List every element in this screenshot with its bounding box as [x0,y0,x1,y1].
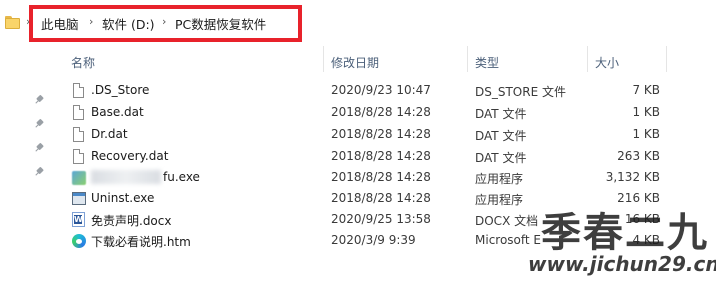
watermark-url: www.jichun29.cn [528,252,716,276]
file-type: DAT 文件 [475,151,527,165]
column-divider[interactable] [666,46,667,72]
file-size: 7 KB [632,83,660,97]
file-modified: 2018/8/28 14:28 [331,191,431,205]
column-divider[interactable] [587,46,588,72]
file-modified: 2018/8/28 14:28 [331,105,431,119]
file-modified: 2018/8/28 14:28 [331,149,431,163]
watermark: 季春二九 www.jichun29.cn [515,200,716,280]
column-divider[interactable] [467,46,468,72]
file-row[interactable]: Base.dat 2018/8/28 14:28 DAT 文件 1 KB [0,102,716,123]
word-icon [72,212,86,228]
file-name: Uninst.exe [91,191,155,205]
file-row[interactable]: Recovery.dat 2018/8/28 14:28 DAT 文件 263 … [0,146,716,167]
column-divider[interactable] [323,46,324,72]
file-type: 应用程序 [475,172,524,186]
document-icon [72,105,86,121]
file-name: 免责声明.docx [91,214,172,228]
column-header-name[interactable]: 名称 [71,54,95,71]
file-modified: 2020/3/9 9:39 [331,233,416,247]
column-header-modified[interactable]: 修改日期 [331,54,379,71]
document-icon [72,83,86,99]
highlight-annotation-box [29,5,302,42]
column-header-type[interactable]: 类型 [475,54,499,71]
document-icon [72,149,86,165]
app-icon [72,191,86,207]
edge-icon [72,233,86,249]
file-modified: 2018/8/28 14:28 [331,127,431,141]
file-size: 1 KB [632,127,660,141]
file-row[interactable]: .DS_Store 2020/9/23 10:47 DS_STORE 文件 7 … [0,80,716,101]
file-type: DS_STORE 文件 [475,85,566,99]
column-header-row: 名称 修改日期 类型 大小 [0,52,716,72]
watermark-title: 季春二九 [541,209,709,256]
file-size: 3,132 KB [605,170,660,184]
file-size: 1 KB [632,105,660,119]
folder-icon [5,16,20,29]
file-name: Recovery.dat [91,149,169,163]
file-size: 263 KB [617,149,660,163]
file-type: DAT 文件 [475,129,527,143]
file-modified: 2020/9/25 13:58 [331,212,431,226]
file-name: .DS_Store [91,83,150,97]
address-bar[interactable]: › 此电脑 › 软件 (D:) › PC数据恢复软件 [0,0,716,46]
file-row[interactable]: Dr.dat 2018/8/28 14:28 DAT 文件 1 KB [0,124,716,145]
column-header-size[interactable]: 大小 [595,54,619,71]
file-type: DAT 文件 [475,107,527,121]
file-name: fu.exe [163,170,200,184]
blurred-filename-prefix [91,170,161,184]
file-row[interactable]: fu.exe 2018/8/28 14:28 应用程序 3,132 KB [0,167,716,188]
file-modified: 2020/9/23 10:47 [331,83,431,97]
file-name: Base.dat [91,105,144,119]
document-icon [72,127,86,143]
file-name: Dr.dat [91,127,128,141]
app-icon [72,170,86,186]
file-modified: 2018/8/28 14:28 [331,170,431,184]
file-name: 下载必看说明.htm [91,235,191,249]
